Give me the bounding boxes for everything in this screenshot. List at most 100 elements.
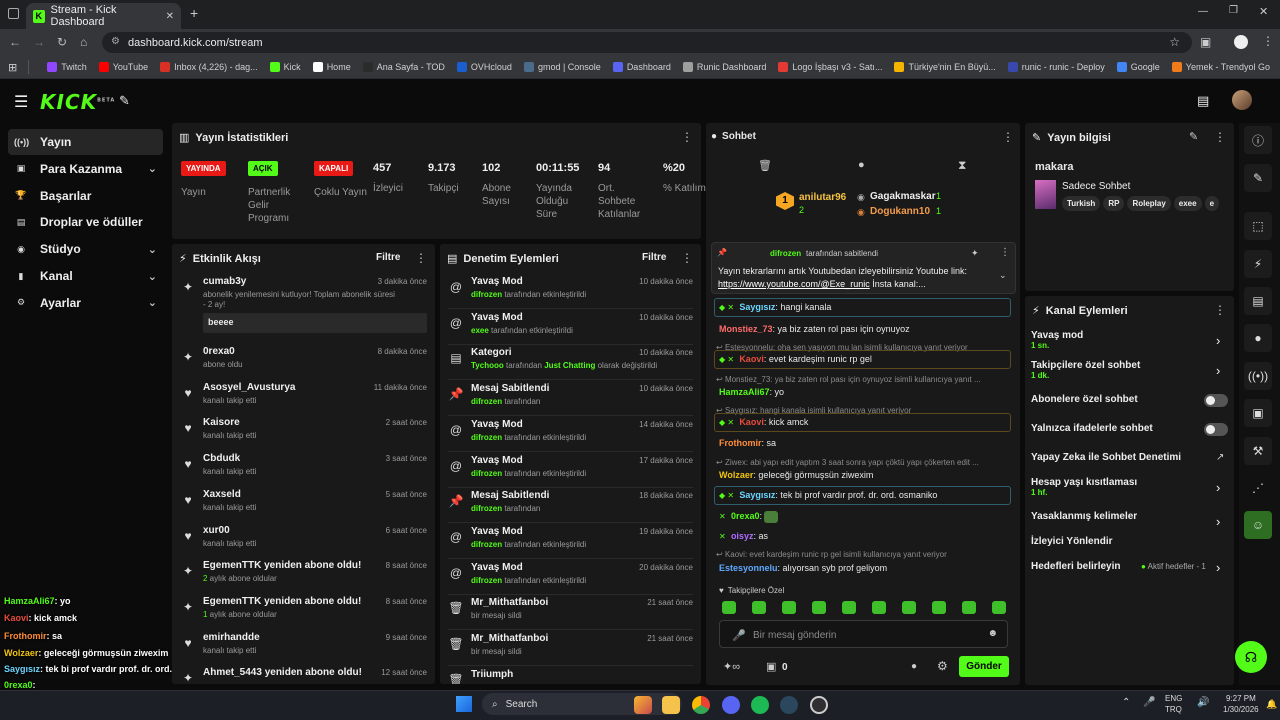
emote-icon[interactable] — [722, 601, 736, 614]
bookmark-item[interactable]: OVHcloud — [456, 62, 512, 72]
moderation-item[interactable]: 📌 Mesaj Sabitlendi 10 dakika önce difrozen … — [440, 380, 701, 417]
pinned-menu-icon[interactable]: ⋮ — [1000, 247, 1010, 258]
mic-tray-icon[interactable]: 🎤 — [1143, 697, 1155, 708]
chat-message[interactable]: ◆ ✕ Kaovi: kick amck — [719, 416, 808, 429]
bookmark-item[interactable]: Yemek - Trendyol Go — [1171, 62, 1270, 72]
activity-item[interactable]: ✦ 0rexa0 8 dakika önce abone oldu — [172, 343, 435, 379]
emote-icon[interactable] — [812, 601, 826, 614]
activity-item[interactable]: ✦ EgemenTTK yeniden abone oldu! 8 saat önc… — [172, 593, 435, 629]
chat-message[interactable]: HamzaAli67: yo — [719, 386, 784, 398]
chat-trash-icon[interactable]: 🗑 — [758, 159, 772, 172]
moderation-filter-button[interactable]: Filtre — [642, 252, 666, 263]
chat-username[interactable]: Wolzaer — [719, 470, 753, 480]
emote-icon[interactable] — [962, 601, 976, 614]
leader-first-name[interactable]: anilutar96 — [799, 192, 846, 203]
chat-username[interactable]: 0rexa0 — [731, 511, 760, 521]
send-button[interactable]: Gönder — [959, 656, 1009, 677]
activity-item[interactable]: ♥ Xaxseld 5 saat önce kanalı takip etti — [172, 486, 435, 522]
activity-filter-button[interactable]: Filtre — [376, 252, 400, 263]
moderation-item[interactable]: @ Yavaş Mod 20 dakika önce difrozen tarafın… — [440, 559, 701, 595]
channel-action-item[interactable]: Yavaş mod 1 sn. — [1031, 330, 1221, 350]
extensions-icon[interactable]: ▣ — [1200, 35, 1211, 49]
moderation-item[interactable]: ▤ Kategori 10 dakika önce Tychooo tarafında… — [440, 344, 701, 381]
emoji-picker-icon[interactable]: ☻ — [987, 628, 998, 639]
tools-rail-icon[interactable]: ⚒ — [1244, 437, 1272, 465]
chat-username[interactable]: Kaovi — [739, 354, 764, 364]
toggle-switch[interactable] — [1204, 423, 1228, 436]
nav-item[interactable]: ▣ Para Kazanma ⌄ — [8, 156, 163, 182]
activity-item[interactable]: ♥ xur00 6 saat önce kanalı takip etti — [172, 522, 435, 558]
back-icon[interactable]: ← — [9, 35, 21, 49]
channel-action-item[interactable]: Hesap yaşı kısıtlaması 1 hf. — [1031, 477, 1221, 497]
moderation-item[interactable]: @ Yavaş Mod 10 dakika önce exee tarafından … — [440, 309, 701, 345]
bookmark-star-icon[interactable]: ☆ — [1169, 35, 1180, 49]
pinned-expand-icon[interactable]: ⌄ — [999, 270, 1007, 281]
pin-tool-icon[interactable]: ✎ — [119, 93, 130, 109]
leader-second-name[interactable]: Gagakmaskar — [870, 191, 936, 202]
nav-item[interactable]: ▮ Kanal ⌄ — [8, 263, 163, 289]
channel-action-item[interactable]: İzleyici Yönlendir — [1031, 536, 1221, 547]
home-icon[interactable]: ⌂ — [80, 35, 87, 49]
gift-points-icon[interactable]: ▣ — [766, 660, 776, 673]
chat-message[interactable]: Frothomir: sa — [719, 437, 776, 449]
lang-tr[interactable]: TRQ — [1165, 705, 1182, 714]
nav-item[interactable]: ▤ Droplar ve ödüller — [8, 209, 163, 235]
moderation-item[interactable]: @ Yavaş Mod 10 dakika önce difrozen tarafın… — [440, 273, 701, 309]
nav-item[interactable]: ⚙ Ayarlar ⌄ — [8, 290, 163, 316]
chat-username[interactable]: Saygısız — [739, 490, 775, 500]
emote-icon[interactable] — [902, 601, 916, 614]
stream-tag[interactable]: exee — [1173, 196, 1202, 211]
site-info-icon[interactable]: ⚙ — [111, 36, 120, 47]
activity-item[interactable]: ♥ Kaisore 2 saat önce kanalı takip etti — [172, 414, 435, 450]
chat-menu-icon[interactable]: ⋮ — [1002, 130, 1014, 144]
chat-rail-icon[interactable]: ● — [1244, 324, 1272, 352]
chat-username[interactable]: Saygısız — [739, 302, 775, 312]
channel-actions-menu-icon[interactable]: ⋮ — [1214, 303, 1226, 317]
activity-item[interactable]: ✦ Ahmet_5443 yeniden abone oldu! 12 saat ö… — [172, 664, 435, 684]
chat-message[interactable]: ◆ ✕ Kaovi: evet kardeşim runic rp gel — [719, 353, 872, 366]
moderation-item[interactable]: 🗑 Mr_Mithatfanboi 21 saat önce bir mesajı s… — [440, 594, 701, 631]
active-goals[interactable]: ● Aktif hedefler - 1 — [1141, 562, 1206, 571]
url-input[interactable]: ⚙ dashboard.kick.com/stream ☆ — [102, 32, 1192, 53]
chrome-icon[interactable] — [692, 696, 710, 714]
emote-icon[interactable] — [992, 601, 1006, 614]
creator-icon[interactable]: ▤ — [1197, 93, 1209, 109]
close-tab-icon[interactable]: ✕ — [166, 11, 174, 22]
channel-action-item[interactable]: Yalnızca ifadelerle sohbet — [1031, 423, 1221, 434]
chat-username[interactable]: Kaovi — [739, 417, 764, 427]
windows-start-icon[interactable] — [456, 696, 472, 712]
moderation-item[interactable]: 🗑 Triiumph — [440, 666, 701, 684]
pinned-link[interactable]: https://www.youtube.com/@Exe_runic — [718, 279, 870, 289]
category-name[interactable]: Sadece Sohbet — [1062, 181, 1130, 192]
help-button[interactable]: ☊ — [1235, 641, 1267, 673]
emote-rail-icon[interactable]: ☺ — [1244, 511, 1272, 539]
moderation-item[interactable]: 🗑 Mr_Mithatfanboi 21 saat önce bir mesajı s… — [440, 630, 701, 666]
user-avatar[interactable] — [1232, 90, 1252, 110]
toggle-switch[interactable] — [1204, 394, 1228, 407]
tray-chevron-icon[interactable]: ⌃ — [1122, 697, 1130, 708]
infinity-points-icon[interactable]: ✦∞ — [723, 660, 740, 673]
stream-tag[interactable]: Turkish — [1062, 196, 1101, 211]
info-rail-icon[interactable]: ⓘ — [1244, 126, 1272, 154]
restore-icon[interactable]: ❐ — [1229, 5, 1238, 16]
emote-icon[interactable] — [932, 601, 946, 614]
moderation-item[interactable]: @ Yavaş Mod 17 dakika önce difrozen tarafın… — [440, 452, 701, 488]
browser-menu-icon[interactable]: ⋮ — [1262, 34, 1274, 48]
bookmark-item[interactable]: Logo İşbaşı v3 - Satı... — [778, 62, 882, 72]
bookmark-item[interactable]: Türkiye'nin En Büyü... — [894, 62, 996, 72]
chat-settings-icon[interactable]: ⚙ — [937, 659, 948, 673]
obs-icon[interactable] — [810, 696, 828, 714]
crop-rail-icon[interactable]: ⬚ — [1244, 212, 1272, 240]
bookmark-item[interactable]: Dashboard — [612, 62, 671, 72]
bookmark-item[interactable]: Google — [1116, 62, 1160, 72]
new-tab-icon[interactable]: + — [190, 5, 198, 21]
file-explorer-icon[interactable] — [662, 696, 680, 714]
close-window-icon[interactable]: ✕ — [1259, 5, 1268, 18]
stream-tag[interactable]: RP — [1103, 196, 1125, 211]
stream-info-menu-icon[interactable]: ⋮ — [1214, 130, 1226, 144]
chat-emote-icon[interactable]: ● — [858, 159, 865, 171]
clock-date[interactable]: 1/30/2026 — [1223, 705, 1259, 714]
profile-icon[interactable] — [1234, 35, 1248, 49]
activity-menu-icon[interactable]: ⋮ — [415, 251, 427, 265]
activity-item[interactable]: ✦ EgemenTTK yeniden abone oldu! 8 saat önc… — [172, 557, 435, 593]
